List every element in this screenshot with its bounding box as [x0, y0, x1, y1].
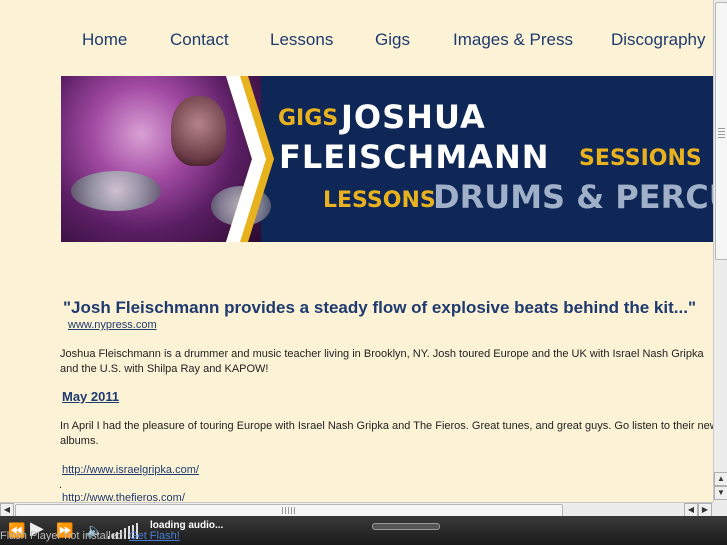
flash-notice-text: Flash Player not installed:: [0, 530, 130, 542]
news-paragraph: In April I had the pleasure of touring E…: [60, 419, 713, 449]
nav-lessons[interactable]: Lessons: [270, 30, 333, 50]
press-quote: "Josh Fleischmann provides a steady flow…: [63, 298, 697, 317]
web-page: Home Contact Lessons Gigs Images & Press…: [0, 0, 713, 502]
chevron-decoration: [226, 76, 274, 242]
separator-dot: .: [59, 479, 63, 491]
news-line: albums.: [60, 435, 99, 447]
quote-source-link[interactable]: www.nypress.com: [68, 319, 157, 331]
nav-home[interactable]: Home: [82, 30, 127, 50]
vertical-scroll-thumb[interactable]: [715, 2, 727, 260]
scroll-down-arrow-icon[interactable]: ▼: [714, 486, 727, 500]
get-flash-link[interactable]: Get Flash!: [129, 530, 180, 542]
scrollbar-corner: [713, 502, 727, 516]
bio-paragraph: Joshua Fleischmann is a drummer and musi…: [60, 347, 713, 377]
banner-tagline: DRUMS & PERCUSSION: [433, 178, 713, 216]
grip-icon: [718, 128, 725, 140]
scroll-right-arrow-icon[interactable]: ▶: [698, 503, 712, 517]
player-progress-bar[interactable]: [372, 523, 440, 530]
bio-line: Joshua Fleischmann is a drummer and musi…: [60, 348, 704, 360]
fieros-link[interactable]: http://www.thefieros.com/: [62, 492, 185, 502]
banner-name-last: FLEISCHMANN: [279, 138, 550, 176]
banner-lessons: LESSONS: [323, 188, 436, 213]
nav-discography[interactable]: Discography: [611, 30, 706, 50]
banner-name-first: JOSHUA: [341, 98, 486, 136]
news-heading: May 2011: [62, 389, 120, 404]
drummer-figure: [171, 96, 226, 166]
scroll-left-arrow-icon[interactable]: ◀: [684, 503, 698, 517]
news-line: In April I had the pleasure of touring E…: [60, 420, 713, 432]
scroll-up-arrow-icon[interactable]: ▲: [714, 472, 727, 486]
nav-images-press[interactable]: Images & Press: [453, 30, 573, 50]
horizontal-scrollbar[interactable]: ◀ ◀ ▶: [0, 502, 713, 517]
israel-gripka-link[interactable]: http://www.israelgripka.com/: [62, 464, 199, 476]
bio-line: and the U.S. with Shilpa Ray and KAPOW!: [60, 363, 269, 375]
nav-gigs[interactable]: Gigs: [375, 30, 410, 50]
flash-notice: Flash Player not installed: Get Flash!: [0, 530, 180, 542]
banner-sessions: SESSIONS: [579, 146, 702, 171]
vertical-scrollbar[interactable]: ▲ ▼: [713, 0, 727, 502]
scroll-left-arrow-icon[interactable]: ◀: [0, 503, 14, 517]
header-banner: GIGS JOSHUA FLEISCHMANN SESSIONS LESSONS…: [61, 76, 713, 242]
nav-contact[interactable]: Contact: [170, 30, 229, 50]
grip-icon: [282, 507, 296, 514]
main-navigation: Home Contact Lessons Gigs Images & Press…: [0, 30, 713, 52]
banner-gigs: GIGS: [278, 106, 339, 131]
cymbal: [71, 171, 161, 211]
